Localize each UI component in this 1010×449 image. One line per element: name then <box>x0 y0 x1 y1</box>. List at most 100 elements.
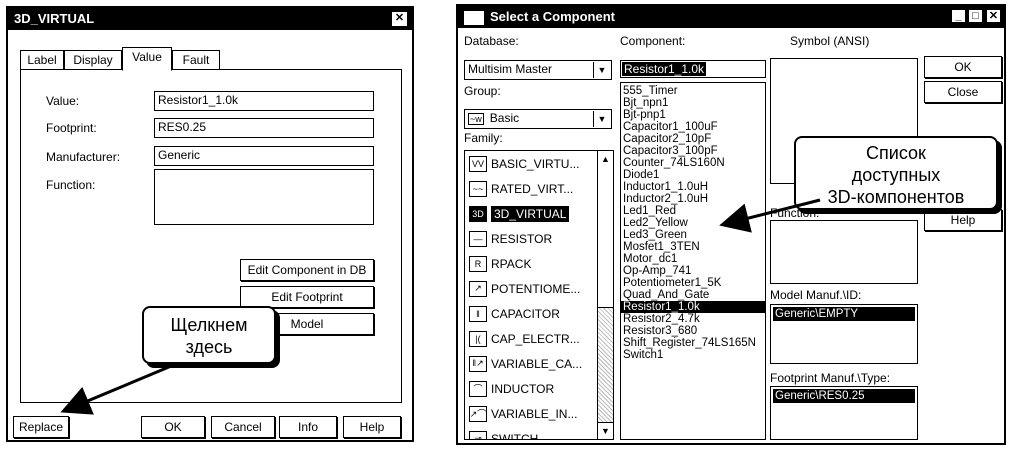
family-item[interactable]: ‖ CAPACITOR <box>465 301 597 326</box>
component-label: Component: <box>620 34 686 48</box>
footprint-field[interactable]: RES0.25 <box>154 118 374 138</box>
family-list[interactable]: VV BASIC_VIRTU... ~~ RATED_VIRT... 3D 3D_VIRT… <box>464 150 614 440</box>
component-item[interactable]: Shift_Register_74LS165N <box>621 337 765 349</box>
maximize-icon[interactable]: □ <box>968 9 983 23</box>
component-item[interactable]: Inductor2_1.0uH <box>621 193 765 205</box>
component-item[interactable]: Counter_74LS160N <box>621 157 765 169</box>
chevron-down-icon[interactable]: ▼ <box>593 62 610 78</box>
family-item-label: POTENTIOME... <box>491 281 581 296</box>
component-item[interactable]: 555_Timer <box>621 85 765 97</box>
family-item-label: 3D_VIRTUAL <box>491 205 570 222</box>
family-item-label: BASIC_VIRTU... <box>491 156 580 171</box>
group-label: Group: <box>464 84 501 98</box>
family-item[interactable]: ~~ RATED_VIRT... <box>465 176 597 201</box>
function-field[interactable] <box>154 169 374 225</box>
component-item[interactable]: Resistor1_1.0k <box>621 301 765 313</box>
help-button[interactable]: Help <box>343 416 401 438</box>
family-item[interactable]: ↗⌒ VARIABLE_IN... <box>465 401 597 426</box>
scroll-up-icon[interactable]: ▲ <box>598 151 613 168</box>
family-item[interactable]: ⊸ SWITCH <box>465 426 597 439</box>
edit-footprint-button[interactable]: Edit Footprint <box>240 286 374 308</box>
family-icon: ⊸ <box>469 430 487 439</box>
family-item[interactable]: VV BASIC_VIRTU... <box>465 151 597 176</box>
family-item[interactable]: ↗ POTENTIOME... <box>465 276 597 301</box>
family-icon: ↗⌒ <box>469 405 487 422</box>
footprint-label: Footprint: <box>46 121 97 135</box>
replace-button[interactable]: Replace <box>13 416 69 438</box>
value-field[interactable]: Resistor1_1.0k <box>154 91 374 111</box>
family-item[interactable]: 3D 3D_VIRTUAL <box>465 201 597 226</box>
family-item-label: CAP_ELECTR... <box>491 331 580 346</box>
minimize-icon[interactable]: _ <box>951 9 966 23</box>
close-icon[interactable]: ✕ <box>391 11 408 27</box>
component-item[interactable]: Resistor2_4.7k <box>621 313 765 325</box>
select-component-dialog: Select a Component _ □ ✕ Database: Multi… <box>456 4 1006 445</box>
close-button[interactable]: Close <box>924 81 1002 103</box>
tab-label[interactable]: Label <box>20 50 64 70</box>
click-here-callout: Щелкнем здесь <box>142 306 276 364</box>
component-item[interactable]: Quad_And_Gate <box>621 289 765 301</box>
cancel-button[interactable]: Cancel <box>211 416 275 438</box>
component-item[interactable]: Op-Amp_741 <box>621 265 765 277</box>
component-item[interactable]: Led3_Green <box>621 229 765 241</box>
ok-button[interactable]: OK <box>141 416 205 438</box>
chevron-down-icon[interactable]: ▼ <box>593 111 610 127</box>
component-item[interactable]: Switch1 <box>621 349 765 361</box>
component-item[interactable]: Diode1 <box>621 169 765 181</box>
component-item[interactable]: Potentiometer1_5K <box>621 277 765 289</box>
group-select[interactable]: ~w Basic ▼ <box>464 109 612 129</box>
family-icon: ⌒ <box>469 380 487 397</box>
basic-group-icon: ~w <box>468 113 484 125</box>
callout-line-2: здесь <box>185 337 233 357</box>
model-manuf-item[interactable]: Generic\EMPTY <box>773 307 915 321</box>
family-item-label: INDUCTOR <box>491 381 555 396</box>
component-input-value: Resistor1_1.0k <box>622 62 707 76</box>
app-icon <box>464 10 484 25</box>
manufacturer-label: Manufacturer: <box>46 150 121 164</box>
model-manuf-list[interactable]: Generic\EMPTY <box>770 304 918 364</box>
database-select[interactable]: Multisim Master ▼ <box>464 60 612 80</box>
manufacturer-field[interactable]: Generic <box>154 146 374 166</box>
family-icon: R <box>469 255 487 272</box>
edit-component-button[interactable]: Edit Component in DB <box>240 259 374 281</box>
component-item[interactable]: Inductor1_1.0uH <box>621 181 765 193</box>
family-item[interactable]: |(CAP_ELECTR... <box>465 326 597 351</box>
component-list[interactable]: 555_Timer Bjt_npn1 Bjt-pnp1 Capacitor1_100u… <box>620 82 766 440</box>
info-button[interactable]: Info <box>279 416 337 438</box>
component-input[interactable]: Resistor1_1.0k <box>620 60 766 78</box>
footprint-manuf-list[interactable]: Generic\RES0.25 <box>770 386 918 440</box>
family-item[interactable]: ⌒ INDUCTOR <box>465 376 597 401</box>
family-scrollbar[interactable]: ▲ ▼ <box>597 151 613 439</box>
family-item[interactable]: R RPACK <box>465 251 597 276</box>
family-item[interactable]: ‖↗ VARIABLE_CA... <box>465 351 597 376</box>
family-label: Family: <box>464 131 503 145</box>
tab-fault[interactable]: Fault <box>172 50 220 70</box>
family-item[interactable]: — RESISTOR <box>465 226 597 251</box>
family-icon: ‖ <box>469 305 487 322</box>
family-icon: VV <box>469 155 487 172</box>
component-item[interactable]: Mosfet1_3TEN <box>621 241 765 253</box>
footprint-manuf-item[interactable]: Generic\RES0.25 <box>773 389 915 403</box>
component-item[interactable]: Led2_Yellow <box>621 217 765 229</box>
component-item[interactable]: Bjt-pnp1 <box>621 109 765 121</box>
scroll-thumb[interactable] <box>598 167 613 308</box>
tab-value[interactable]: Value <box>122 47 172 71</box>
symbol-label: Symbol (ANSI) <box>790 34 870 48</box>
ok-button[interactable]: OK <box>924 56 1002 78</box>
component-item[interactable]: Capacitor2_10pF <box>621 133 765 145</box>
callout-line-2: доступных <box>851 165 941 185</box>
function-box <box>770 220 918 284</box>
help-button[interactable]: Help <box>924 209 1002 231</box>
component-item[interactable]: Capacitor3_100pF <box>621 145 765 157</box>
component-properties-dialog: 3D_VIRTUAL ✕ Label Display Value Fault V… <box>6 6 414 442</box>
scroll-down-icon[interactable]: ▼ <box>598 422 613 439</box>
available-components-callout: Список доступных 3D-компонентов <box>794 136 998 210</box>
component-item[interactable]: Motor_dc1 <box>621 253 765 265</box>
component-item[interactable]: Resistor3_680 <box>621 325 765 337</box>
close-icon[interactable]: ✕ <box>986 9 1001 23</box>
tab-display[interactable]: Display <box>64 50 122 70</box>
component-item[interactable]: Bjt_npn1 <box>621 97 765 109</box>
component-item[interactable]: Led1_Red <box>621 205 765 217</box>
component-item[interactable]: Capacitor1_100uF <box>621 121 765 133</box>
callout-line-1: Щелкнем <box>170 315 248 335</box>
